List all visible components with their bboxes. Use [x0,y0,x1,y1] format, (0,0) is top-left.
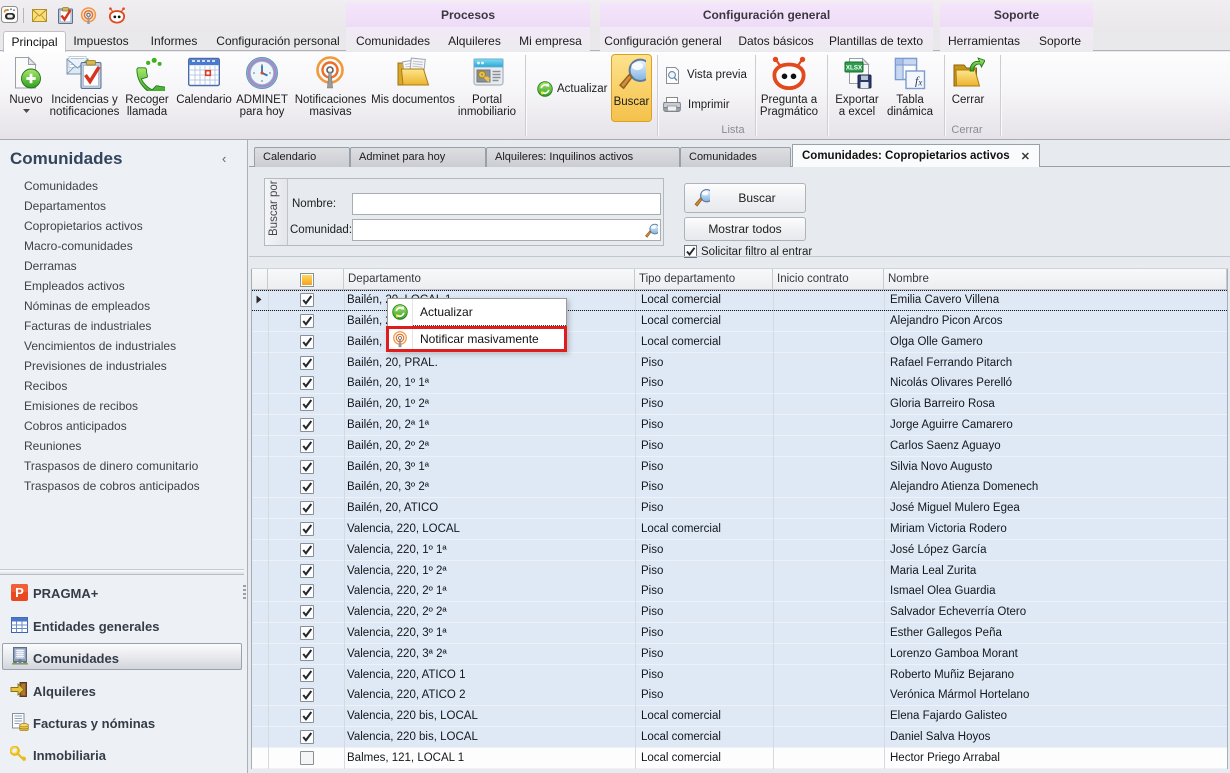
svg-text:P: P [15,585,24,600]
svg-text:XLSX: XLSX [846,64,863,71]
